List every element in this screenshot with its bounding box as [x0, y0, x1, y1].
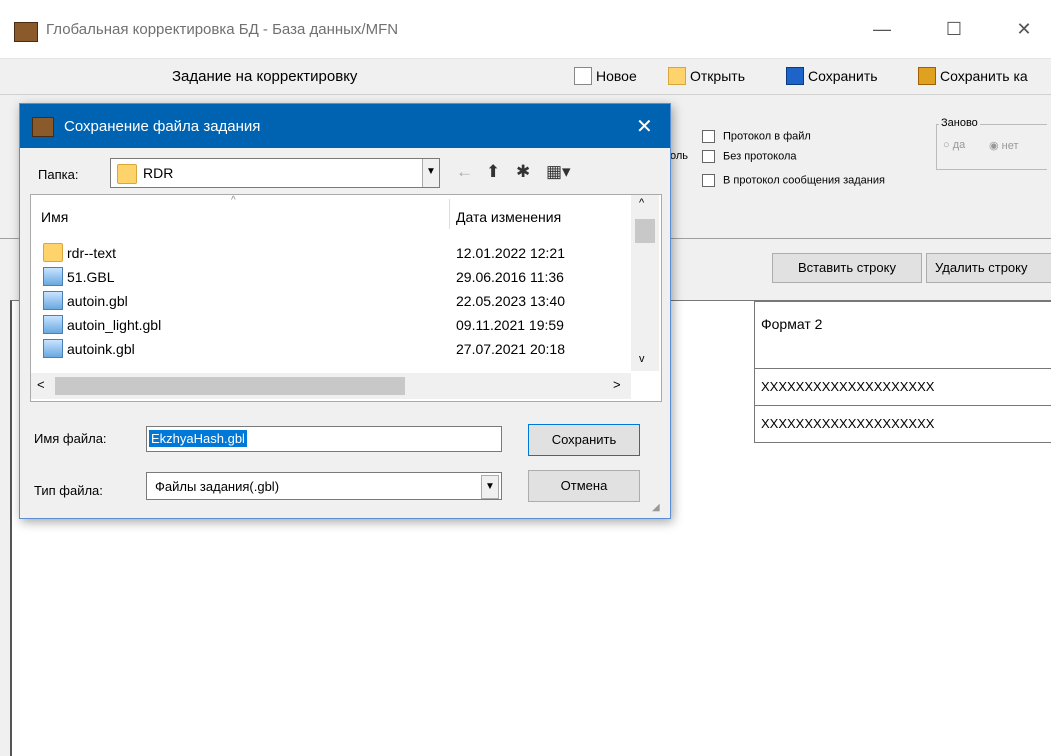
close-button[interactable]: ✕: [1004, 14, 1044, 44]
save-dialog: Сохранение файла задания ✕ Папка: RDR ▼ …: [19, 103, 671, 519]
filename-label: Имя файла:: [34, 431, 107, 446]
scroll-left-icon[interactable]: <: [37, 377, 45, 392]
file-icon: [43, 315, 63, 334]
app-icon: [14, 22, 38, 42]
maximize-button[interactable]: ☐: [934, 14, 974, 44]
column-date-header[interactable]: Дата изменения: [456, 209, 561, 225]
open-button[interactable]: Открыть: [668, 64, 745, 88]
window-titlebar: Глобальная корректировка БД - База данны…: [0, 0, 1051, 59]
save-as-button[interactable]: Сохранить ка: [918, 64, 1028, 88]
task-label: Задание на корректировку: [172, 68, 358, 85]
new-label: Новое: [596, 68, 637, 84]
chevron-down-icon[interactable]: ▼: [481, 475, 499, 499]
minimize-button[interactable]: —: [862, 14, 902, 44]
file-icon: [43, 267, 63, 286]
list-item[interactable]: autoink.gbl 27.07.2021 20:18: [31, 339, 631, 363]
up-folder-icon[interactable]: ⬆: [486, 162, 500, 182]
file-date: 22.05.2023 13:40: [456, 293, 565, 309]
save-toolbar-button[interactable]: Сохранить: [786, 64, 878, 88]
hscroll-thumb[interactable]: [55, 377, 405, 395]
dialog-close-button[interactable]: ✕: [636, 114, 653, 139]
save-label: Сохранить: [808, 68, 878, 84]
save-button[interactable]: Сохранить: [528, 424, 640, 456]
file-name: 51.GBL: [67, 269, 115, 285]
toolbar: [0, 60, 1051, 95]
file-date: 12.01.2022 12:21: [456, 245, 565, 261]
column-divider[interactable]: [449, 199, 450, 229]
window-title: Глобальная корректировка БД - База данны…: [46, 21, 399, 38]
list-item[interactable]: autoin.gbl 22.05.2023 13:40: [31, 291, 631, 315]
filetype-label: Тип файла:: [34, 483, 103, 498]
new-button[interactable]: Новое: [574, 64, 637, 88]
resize-grip-icon[interactable]: ◢: [652, 502, 660, 513]
dialog-titlebar: Сохранение файла задания ✕: [20, 104, 670, 148]
file-date: 27.07.2021 20:18: [456, 341, 565, 357]
scroll-thumb[interactable]: [635, 219, 655, 243]
folder-label: Папка:: [38, 167, 79, 182]
new-folder-icon[interactable]: ✱: [516, 162, 530, 182]
insert-row-button[interactable]: Вставить строку: [772, 253, 922, 283]
file-name: rdr--text: [67, 245, 116, 261]
view-menu-icon[interactable]: ▦▾: [546, 162, 571, 182]
list-item[interactable]: rdr--text 12.01.2022 12:21: [31, 243, 631, 267]
file-icon: [43, 291, 63, 310]
horizontal-scrollbar[interactable]: < >: [31, 373, 631, 399]
options-panel: оль Протокол в файл Без протокола В прот…: [640, 110, 1051, 230]
yes-radio[interactable]: ○ да: [943, 139, 965, 151]
file-date: 09.11.2021 19:59: [456, 317, 564, 333]
scroll-up-icon[interactable]: ^: [639, 197, 644, 209]
no-protocol-checkbox[interactable]: Без протокола: [702, 150, 797, 163]
new-file-icon: [574, 67, 592, 85]
grid-header-format2: Формат 2: [754, 301, 1051, 369]
folder-icon: [117, 164, 137, 184]
file-list: Имя ^ Дата изменения rdr--text 12.01.202…: [30, 194, 662, 402]
scroll-right-icon[interactable]: >: [613, 377, 621, 392]
save-as-label: Сохранить ка: [940, 68, 1028, 84]
file-date: 29.06.2016 11:36: [456, 269, 564, 285]
list-item[interactable]: autoin_light.gbl 09.11.2021 19:59: [31, 315, 631, 339]
save-as-icon: [918, 67, 936, 85]
filename-value: EkzhyaHash.gbl: [149, 430, 247, 447]
filename-input[interactable]: EkzhyaHash.gbl: [146, 426, 502, 452]
vertical-scrollbar[interactable]: ^ v: [631, 195, 659, 371]
column-name-header[interactable]: Имя: [41, 209, 68, 225]
anew-groupbox: Заново ○ да ◉ нет: [936, 117, 1047, 170]
open-label: Открыть: [690, 68, 745, 84]
protocol-file-checkbox[interactable]: Протокол в файл: [702, 130, 811, 143]
filetype-select[interactable]: Файлы задания(.gbl) ▼: [146, 472, 502, 500]
floppy-disk-icon: [786, 67, 804, 85]
no-radio[interactable]: ◉ нет: [989, 139, 1019, 152]
cancel-button[interactable]: Отмена: [528, 470, 640, 502]
grid-cell[interactable]: XXXXXXXXXXXXXXXXXXXX: [754, 405, 1051, 443]
protocol-messages-checkbox[interactable]: В протокол сообщения задания: [702, 174, 885, 187]
dialog-title: Сохранение файла задания: [64, 118, 261, 135]
file-name: autoink.gbl: [67, 341, 135, 357]
chevron-down-icon[interactable]: ▼: [422, 159, 439, 187]
folder-name: RDR: [143, 165, 174, 181]
file-name: autoin.gbl: [67, 293, 128, 309]
folder-icon: [43, 243, 63, 262]
sort-chevron-icon: ^: [231, 195, 236, 206]
dialog-app-icon: [32, 117, 54, 137]
delete-row-button[interactable]: Удалить строку: [926, 253, 1051, 283]
list-item[interactable]: 51.GBL 29.06.2016 11:36: [31, 267, 631, 291]
anew-title: Заново: [939, 117, 980, 129]
back-arrow-icon[interactable]: ←: [456, 162, 473, 182]
scroll-down-icon[interactable]: v: [639, 353, 645, 365]
folder-combobox[interactable]: RDR ▼: [110, 158, 440, 188]
grid-cell[interactable]: XXXXXXXXXXXXXXXXXXXX: [754, 368, 1051, 406]
file-icon: [43, 339, 63, 358]
filetype-value: Файлы задания(.gbl): [155, 479, 280, 494]
file-name: autoin_light.gbl: [67, 317, 162, 333]
cut-label: оль: [670, 150, 689, 162]
open-folder-icon: [668, 67, 686, 85]
